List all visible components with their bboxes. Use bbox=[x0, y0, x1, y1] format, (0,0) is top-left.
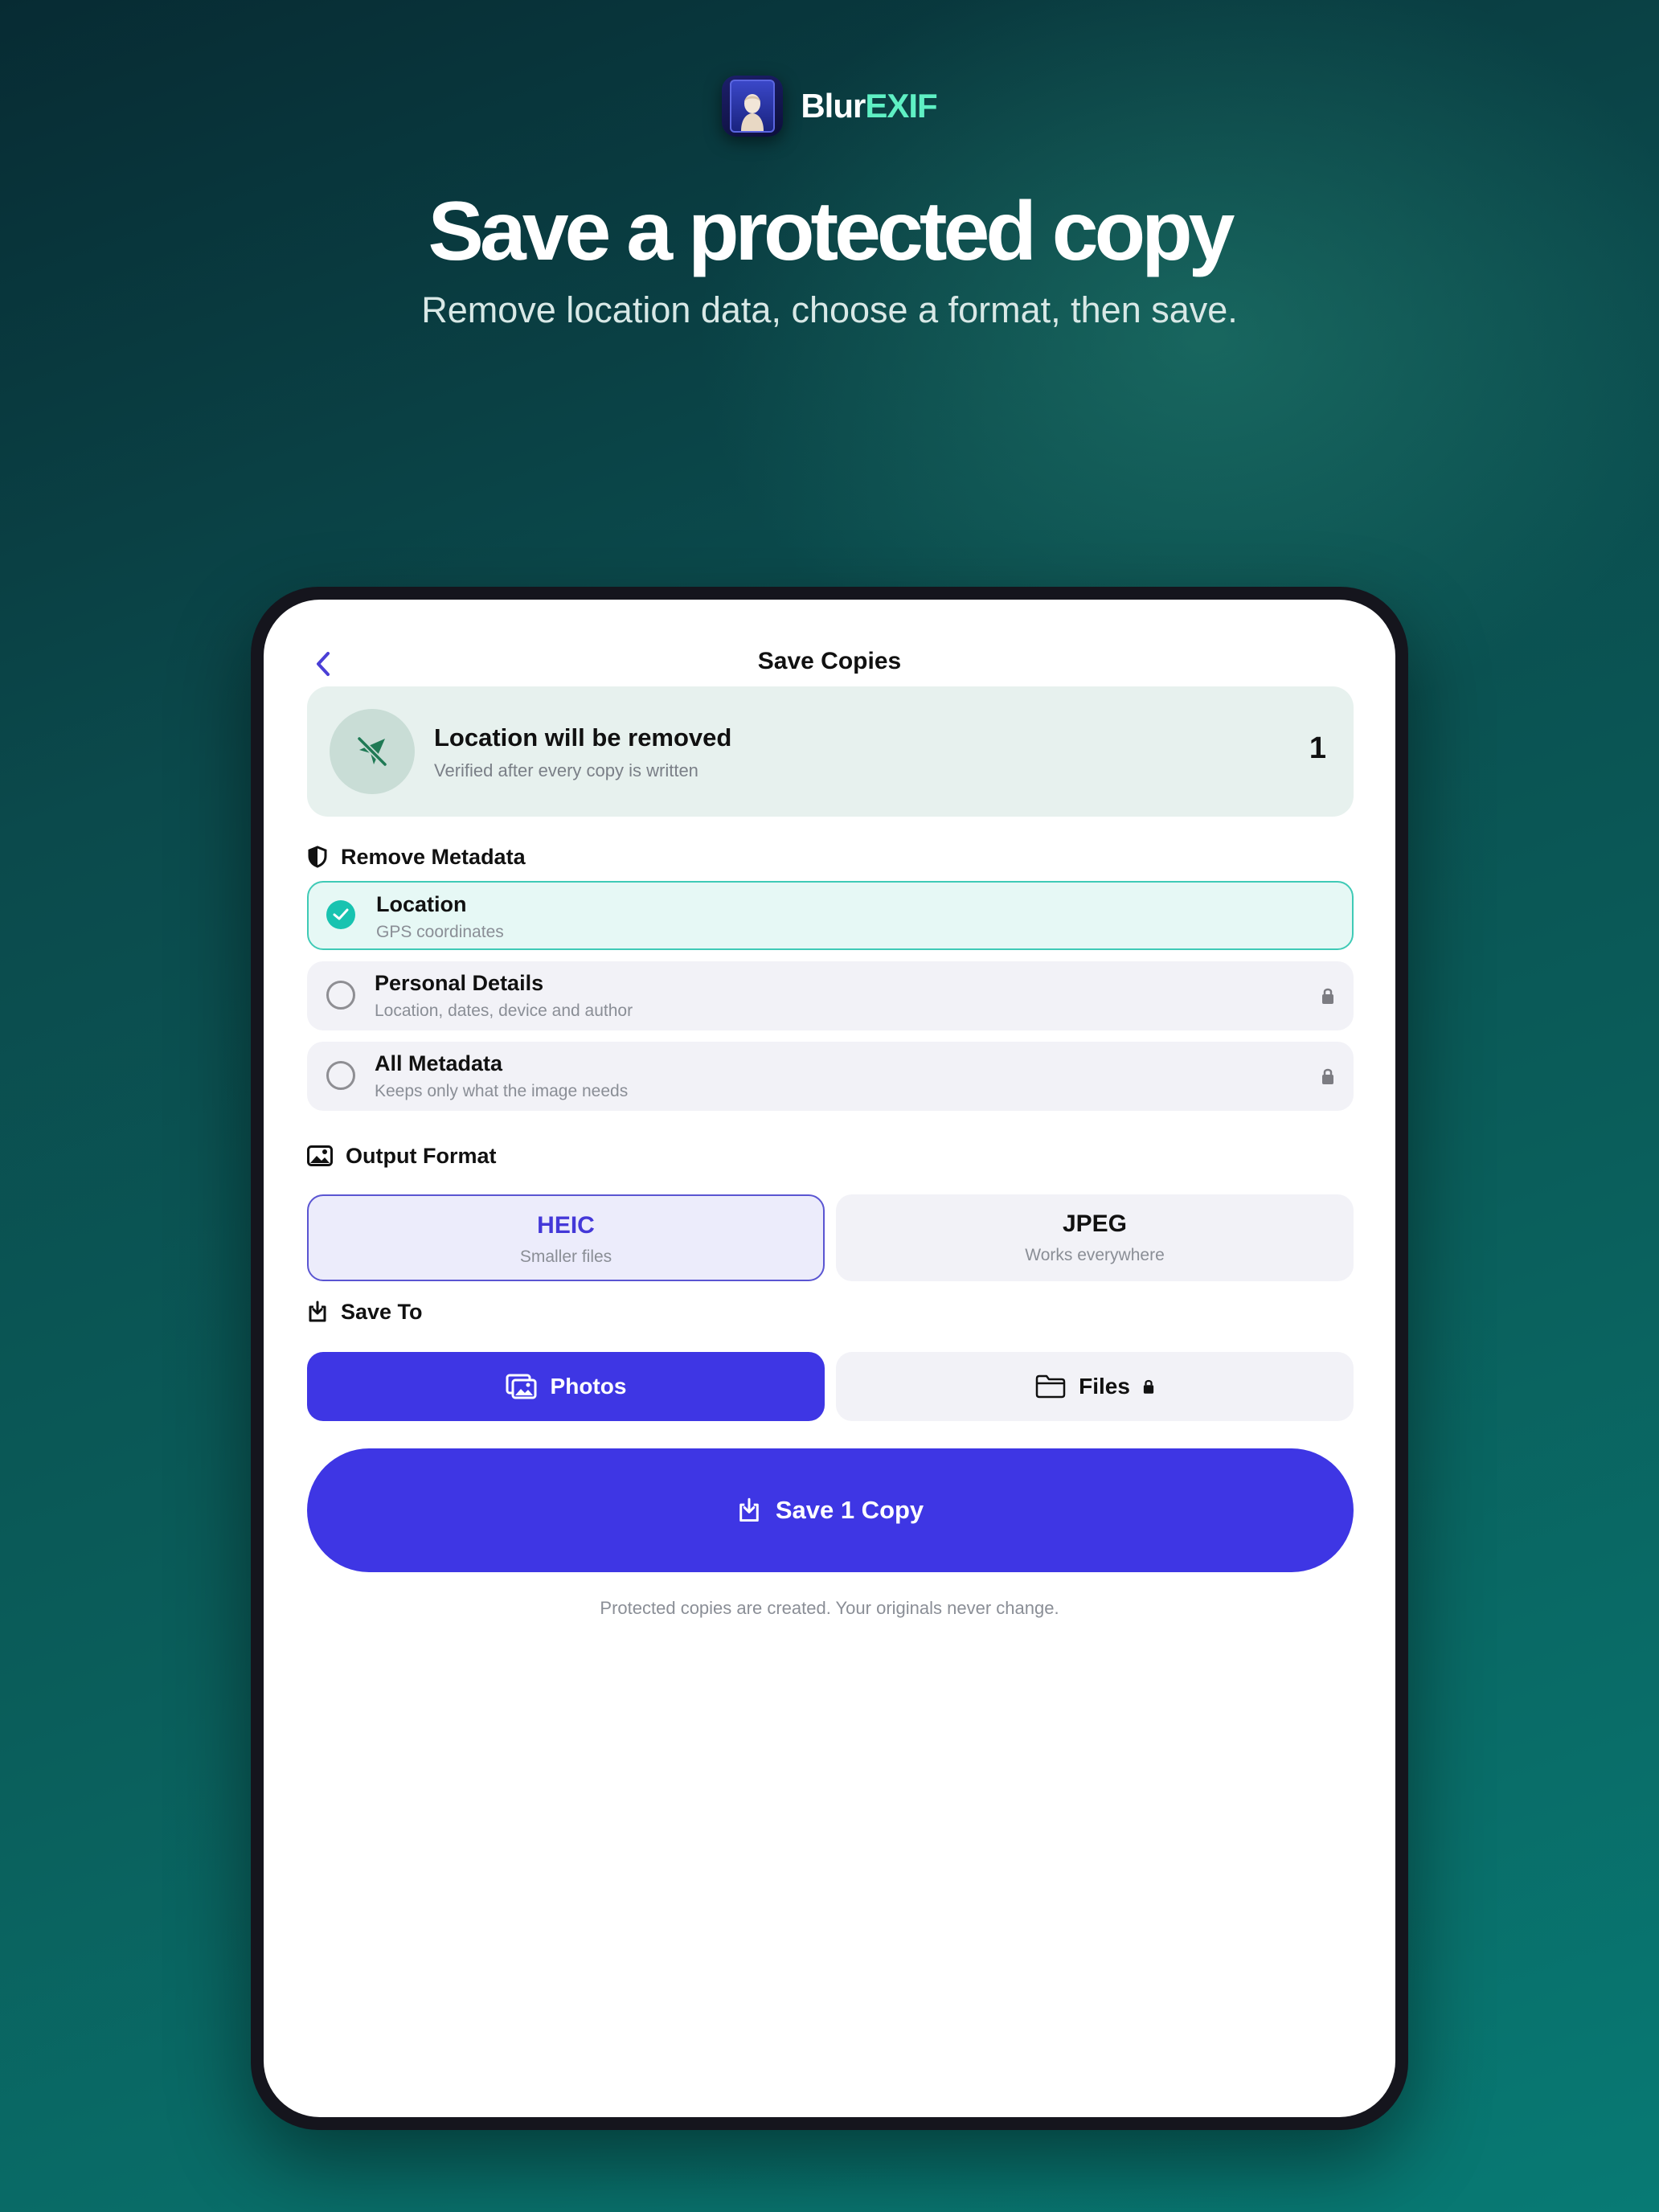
lock-icon bbox=[1322, 988, 1333, 1004]
photos-stack-icon bbox=[506, 1374, 537, 1399]
save-tray-icon bbox=[309, 1301, 326, 1322]
radio-unselected-icon bbox=[326, 981, 355, 1010]
section-heading-output-format: Output Format bbox=[307, 1140, 496, 1172]
option-subtitle: Location, dates, device and author bbox=[375, 1002, 633, 1020]
location-off-icon bbox=[330, 709, 415, 794]
format-subtitle: Works everywhere bbox=[1025, 1246, 1165, 1264]
section-heading-label: Save To bbox=[341, 1299, 423, 1324]
option-title: All Metadata bbox=[375, 1051, 503, 1075]
option-title: Personal Details bbox=[375, 971, 544, 995]
save-to-label: Files bbox=[1079, 1374, 1130, 1399]
footnote: Protected copies are created. Your origi… bbox=[600, 1598, 1059, 1618]
save-to-label: Photos bbox=[550, 1374, 627, 1399]
save-tray-icon bbox=[739, 1497, 759, 1522]
save-to-photos-button[interactable]: Photos bbox=[307, 1352, 825, 1421]
format-subtitle: Smaller files bbox=[519, 1247, 612, 1266]
brand-name: BlurEXIF bbox=[801, 87, 937, 125]
brand-name-part1: Blur bbox=[801, 87, 866, 125]
photo-icon bbox=[307, 1145, 333, 1166]
save-to-files-button[interactable]: Files bbox=[836, 1352, 1354, 1421]
option-subtitle: Keeps only what the image needs bbox=[375, 1082, 629, 1100]
shield-icon bbox=[308, 846, 327, 868]
save-button-label: Save 1 Copy bbox=[775, 1496, 924, 1524]
brand-name-part2: EXIF bbox=[865, 87, 937, 125]
section-heading-save-to: Save To bbox=[307, 1296, 423, 1328]
folder-icon bbox=[1035, 1374, 1066, 1399]
format-title: HEIC bbox=[537, 1212, 595, 1239]
page-headline: Save a protected copy bbox=[428, 185, 1235, 278]
section-heading-label: Remove Metadata bbox=[341, 844, 526, 869]
page-subheadline: Remove location data, choose a format, t… bbox=[421, 289, 1238, 330]
app-screen: Save Copies Location will be removed Ver… bbox=[264, 600, 1395, 2117]
section-heading-remove-metadata: Remove Metadata bbox=[307, 841, 526, 873]
location-removed-banner: Location will be removed Verified after … bbox=[307, 686, 1354, 817]
section-heading-label: Output Format bbox=[346, 1143, 497, 1168]
banner-subtitle: Verified after every copy is written bbox=[434, 760, 698, 780]
tablet-frame: Save Copies Location will be removed Ver… bbox=[251, 587, 1408, 2130]
format-option-heic[interactable]: HEIC Smaller files bbox=[307, 1194, 825, 1281]
option-title: Location bbox=[376, 892, 467, 916]
lock-icon bbox=[1143, 1379, 1154, 1394]
metadata-option-personal-details[interactable]: Personal Details Location, dates, device… bbox=[307, 961, 1354, 1030]
checkmark-icon bbox=[326, 900, 355, 929]
nav-title: Save Copies bbox=[757, 648, 902, 674]
save-copy-button[interactable]: Save 1 Copy bbox=[307, 1448, 1354, 1572]
brand-lockup: BlurEXIF bbox=[0, 74, 1659, 138]
metadata-option-all-metadata[interactable]: All Metadata Keeps only what the image n… bbox=[307, 1042, 1354, 1111]
format-option-jpeg[interactable]: JPEG Works everywhere bbox=[836, 1194, 1354, 1281]
option-subtitle: GPS coordinates bbox=[376, 923, 504, 941]
metadata-option-location[interactable]: Location GPS coordinates bbox=[307, 881, 1354, 950]
navigation-bar: Save Copies bbox=[264, 640, 1395, 688]
lock-icon bbox=[1322, 1068, 1333, 1084]
banner-title: Location will be removed bbox=[434, 723, 732, 752]
format-title: JPEG bbox=[1062, 1210, 1128, 1237]
app-icon bbox=[722, 76, 784, 137]
copy-count: 1 bbox=[1309, 731, 1326, 765]
radio-unselected-icon bbox=[326, 1061, 355, 1090]
